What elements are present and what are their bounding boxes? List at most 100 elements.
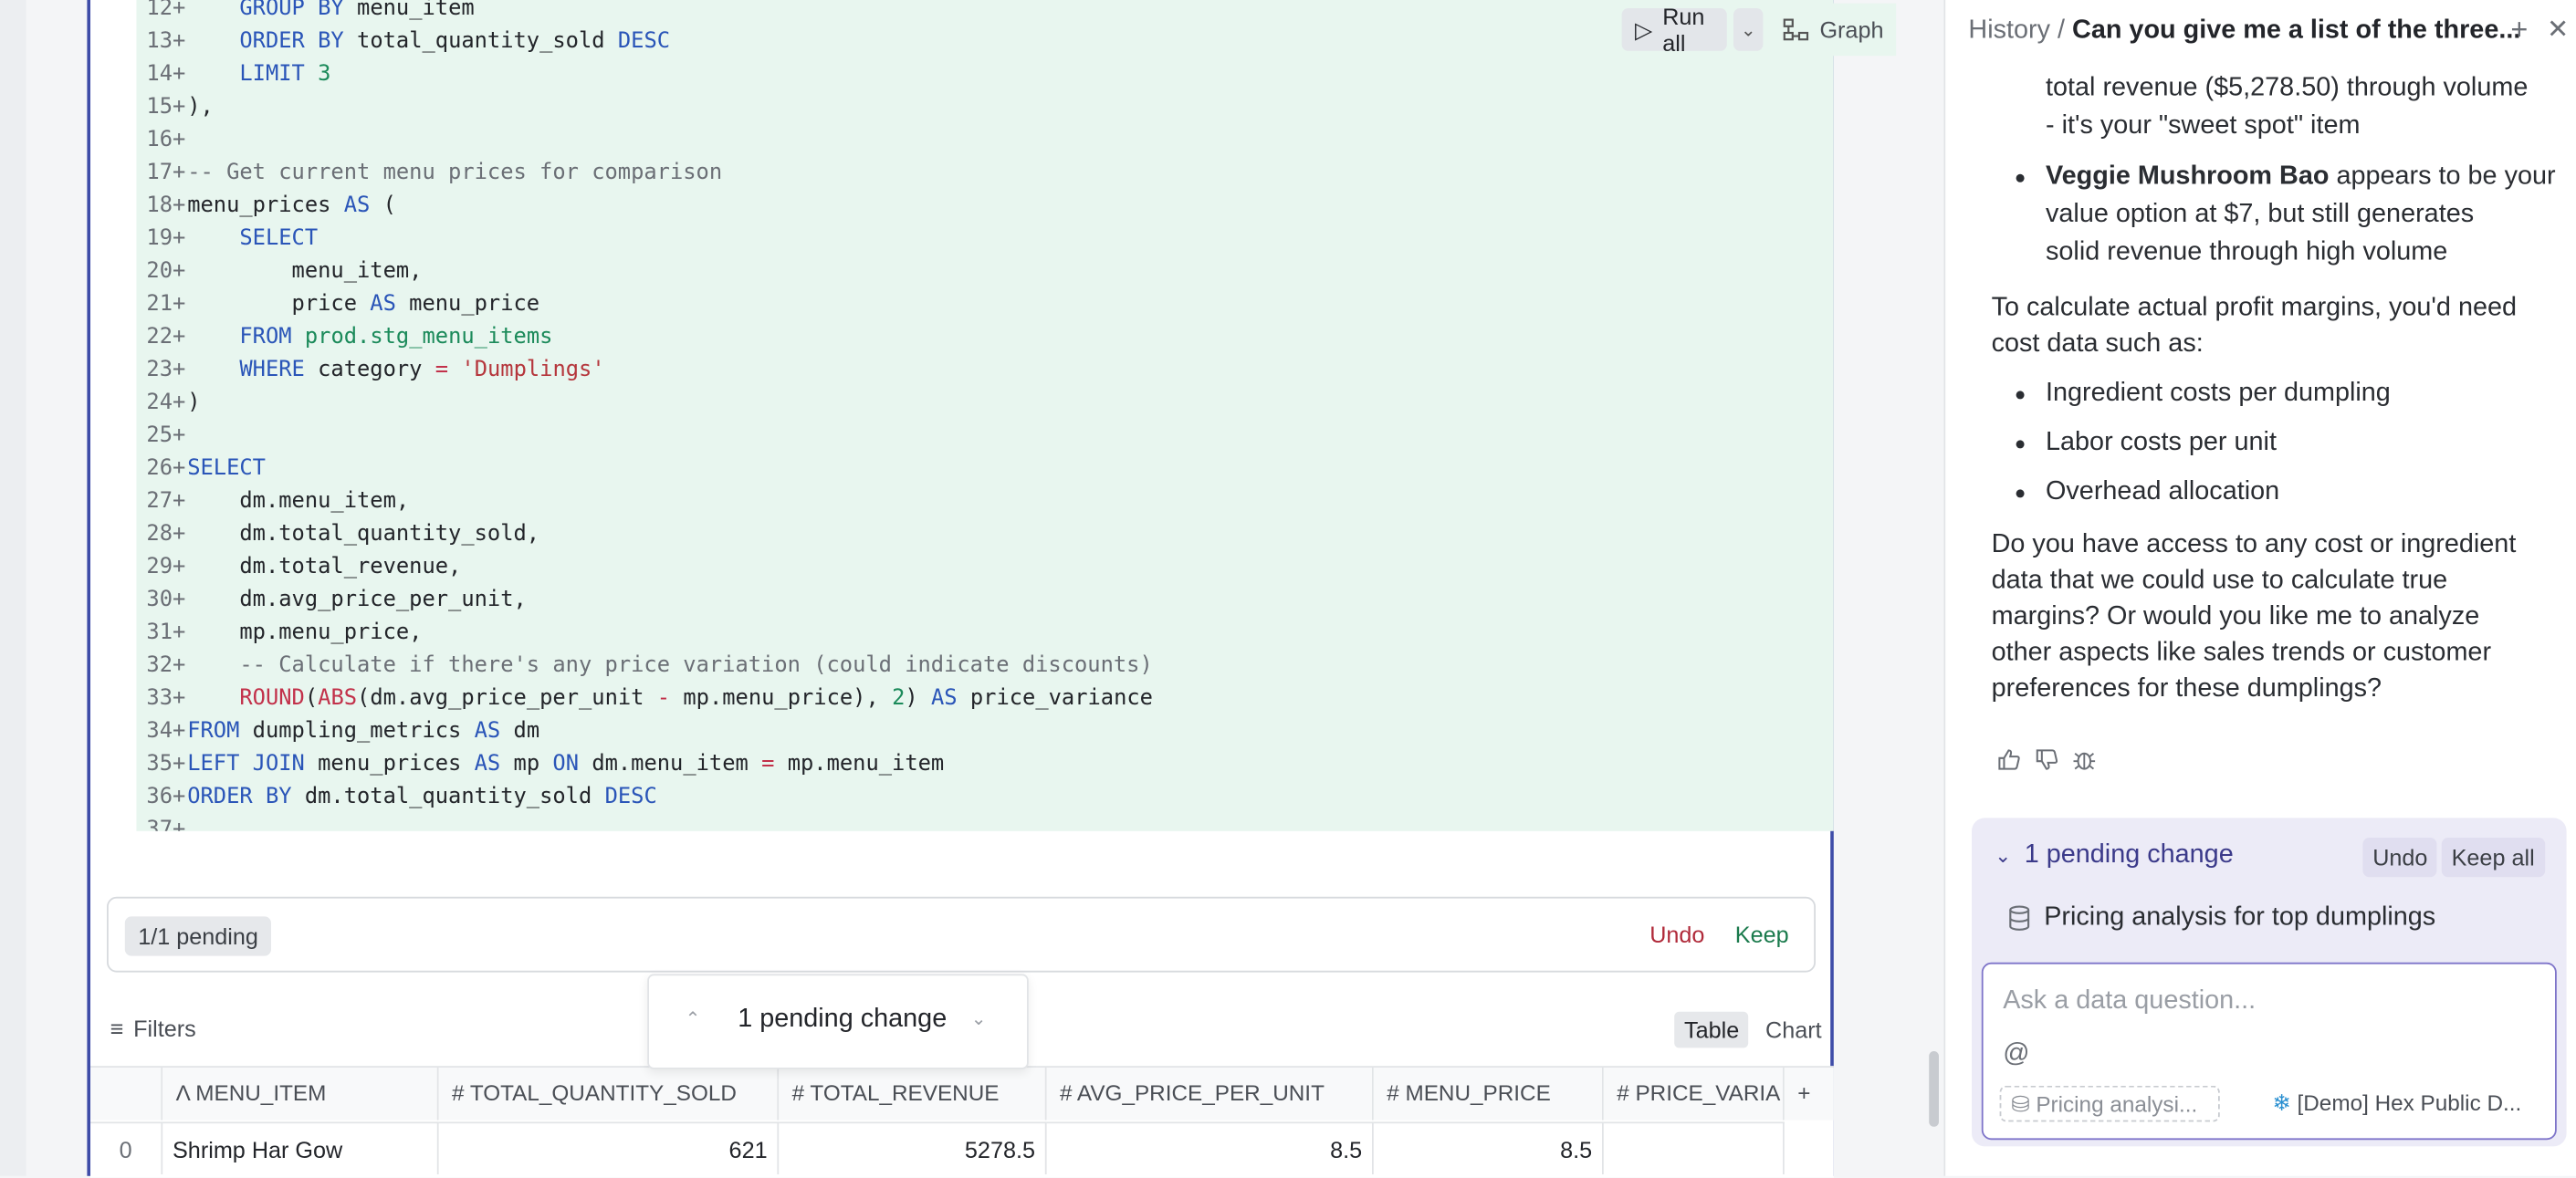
code-line[interactable]: 26+ SELECT: [136, 453, 1828, 486]
column-header[interactable]: # TOTAL_QUANTITY_SOLD: [438, 1068, 780, 1121]
code-line[interactable]: 28+ dm.total_quantity_sold,: [136, 519, 1828, 552]
keep-all-button[interactable]: Keep all: [2441, 838, 2545, 878]
keep-button[interactable]: Keep: [1735, 922, 1789, 948]
code-line[interactable]: 14+ LIMIT 3: [136, 59, 1828, 92]
run-all-button[interactable]: ▷ Run all: [1621, 4, 1727, 56]
code-text: dm.total_quantity_sold,: [187, 522, 540, 547]
column-header[interactable]: # MENU_PRICE: [1373, 1068, 1604, 1121]
code-line[interactable]: 30+ dm.avg_price_per_unit,: [136, 585, 1828, 618]
table-cell[interactable]: [1603, 1121, 1785, 1174]
pending-item[interactable]: Pricing analysis for top dumplings: [2008, 903, 2435, 933]
code-text: mp.menu_price,: [187, 620, 423, 646]
code-line[interactable]: 19+ SELECT: [136, 224, 1828, 256]
code-line[interactable]: 31+ mp.menu_price,: [136, 618, 1828, 651]
line-number: 36: [146, 785, 173, 810]
message-text: - it's your "sweet spot" item: [2046, 111, 2361, 140]
list-item: Ingredient costs per dumpling: [2046, 379, 2391, 408]
line-number: 31: [146, 620, 173, 646]
ask-input[interactable]: Ask a data question... @ ⛁ Pricing analy…: [1981, 962, 2557, 1141]
code-line[interactable]: 35+ LEFT JOIN menu_prices AS mp ON dm.men…: [136, 749, 1828, 782]
thumbs-down-icon[interactable]: [2034, 747, 2058, 772]
code-line[interactable]: 18+ menu_prices AS (: [136, 191, 1828, 224]
code-editor[interactable]: 12+ GROUP BY menu_item 13+ ORDER BY total…: [136, 0, 1834, 831]
diff-added-marker: +: [173, 128, 186, 153]
graph-button[interactable]: Graph: [1770, 16, 1896, 43]
code-line[interactable]: 23+ WHERE category = 'Dumplings': [136, 355, 1828, 388]
column-header[interactable]: # AVG_PRICE_PER_UNIT: [1046, 1068, 1374, 1121]
code-line[interactable]: 22+ FROM prod.stg_menu_items: [136, 322, 1828, 355]
line-number: 14: [146, 62, 173, 88]
diff-added-marker: +: [173, 818, 186, 831]
close-icon[interactable]: ✕: [2547, 13, 2569, 46]
run-dropdown-button[interactable]: ⌄: [1733, 8, 1764, 51]
code-line[interactable]: 25+: [136, 421, 1828, 453]
number-type-icon: #: [1617, 1080, 1636, 1106]
pending-change-label: 1 pending change: [738, 1005, 948, 1034]
undo-all-button[interactable]: Undo: [2362, 838, 2438, 878]
add-column-button[interactable]: +: [1784, 1068, 1834, 1121]
code-text: FROM prod.stg_menu_items: [239, 325, 553, 350]
tab-table[interactable]: Table: [1674, 1011, 1750, 1048]
graph-icon: [1784, 18, 1809, 41]
table-cell[interactable]: 8.5: [1046, 1121, 1374, 1174]
code-line[interactable]: 29+ dm.total_revenue,: [136, 552, 1828, 585]
code-line[interactable]: 12+ GROUP BY menu_item: [136, 0, 1828, 26]
table-cell[interactable]: Shrimp Har Gow: [162, 1121, 439, 1174]
scrollbar[interactable]: [1929, 1051, 1939, 1127]
message-text: solid revenue through high volume: [2046, 238, 2448, 266]
pending-toggle[interactable]: ⌄ 1 pending change: [1995, 841, 2234, 870]
chevron-down-icon: ⌄: [1995, 844, 2012, 868]
code-text: -- Calculate if there's any price variat…: [239, 653, 1153, 679]
code-text: SELECT: [187, 456, 266, 482]
code-line[interactable]: 17+ -- Get current menu prices for compar…: [136, 158, 1828, 191]
code-line[interactable]: 21+ price AS menu_price: [136, 289, 1828, 322]
assistant-panel: History / Can you give me a list of the …: [1943, 0, 2576, 1176]
diff-added-marker: +: [173, 292, 186, 318]
cell-toolbar: ▷ Run all ⌄ Graph: [1621, 3, 1897, 57]
diff-added-marker: +: [173, 193, 186, 219]
table-cell[interactable]: 8.5: [1373, 1121, 1604, 1174]
diff-added-marker: +: [173, 686, 186, 712]
code-line[interactable]: 15+),: [136, 92, 1828, 125]
code-line[interactable]: 24+): [136, 388, 1828, 421]
filters-button[interactable]: ≡ Filters: [110, 1015, 196, 1041]
message-text: total revenue ($5,278.50) through volume: [2046, 74, 2529, 102]
mention-button[interactable]: @: [2003, 1039, 2029, 1069]
code-line[interactable]: 33+ ROUND(ABS(dm.avg_price_per_unit - mp…: [136, 683, 1828, 716]
pending-change-navigator: ⌃ 1 pending change ⌄: [647, 974, 1029, 1069]
bug-icon[interactable]: [2072, 747, 2097, 772]
code-line[interactable]: 32+ -- Calculate if there's any price va…: [136, 651, 1828, 683]
code-text: ROUND(ABS(dm.avg_price_per_unit - mp.men…: [239, 686, 1153, 712]
code-text: ),: [187, 95, 214, 120]
history-link[interactable]: History /: [1968, 16, 2065, 45]
table-cell[interactable]: 5278.5: [779, 1121, 1047, 1174]
chevron-down-icon[interactable]: ⌄: [971, 1008, 987, 1030]
ask-placeholder: Ask a data question...: [2003, 986, 2257, 1016]
undo-button[interactable]: Undo: [1649, 922, 1704, 948]
context-chip-cell[interactable]: ⛁ Pricing analysi...: [1999, 1085, 2220, 1122]
column-header[interactable]: Λ MENU_ITEM: [162, 1068, 439, 1121]
code-text: SELECT: [239, 226, 319, 252]
chevron-up-icon[interactable]: ⌃: [686, 1008, 701, 1030]
message-bold: Veggie Mushroom Bao: [2046, 162, 2330, 191]
code-line[interactable]: 16+: [136, 125, 1828, 158]
message-text: other aspects like sales trends or custo…: [1991, 639, 2492, 667]
code-line[interactable]: 27+ dm.menu_item,: [136, 486, 1828, 519]
context-chip-source[interactable]: ❄ [Demo] Hex Public D...: [2272, 1086, 2521, 1122]
column-header[interactable]: # PRICE_VARIA: [1603, 1068, 1785, 1121]
code-line[interactable]: 34+ FROM dumpling_metrics AS dm: [136, 716, 1828, 749]
thumbs-up-icon[interactable]: [1996, 747, 2021, 772]
code-line[interactable]: 36+ ORDER BY dm.total_quantity_sold DESC: [136, 782, 1828, 815]
column-header[interactable]: # TOTAL_REVENUE: [779, 1068, 1047, 1121]
new-chat-icon[interactable]: +: [2510, 13, 2528, 47]
diff-added-marker: +: [173, 588, 186, 613]
diff-added-marker: +: [173, 522, 186, 547]
table-cell[interactable]: 621: [438, 1121, 780, 1174]
code-line[interactable]: 20+ menu_item,: [136, 256, 1828, 289]
code-line[interactable]: 37+: [136, 815, 1828, 831]
line-number: 22: [146, 325, 173, 350]
code-line[interactable]: 13+ ORDER BY total_quantity_sold DESC: [136, 26, 1828, 59]
bullet: [2016, 173, 2025, 182]
line-number: 34: [146, 719, 173, 745]
tab-chart[interactable]: Chart: [1755, 1012, 1831, 1048]
